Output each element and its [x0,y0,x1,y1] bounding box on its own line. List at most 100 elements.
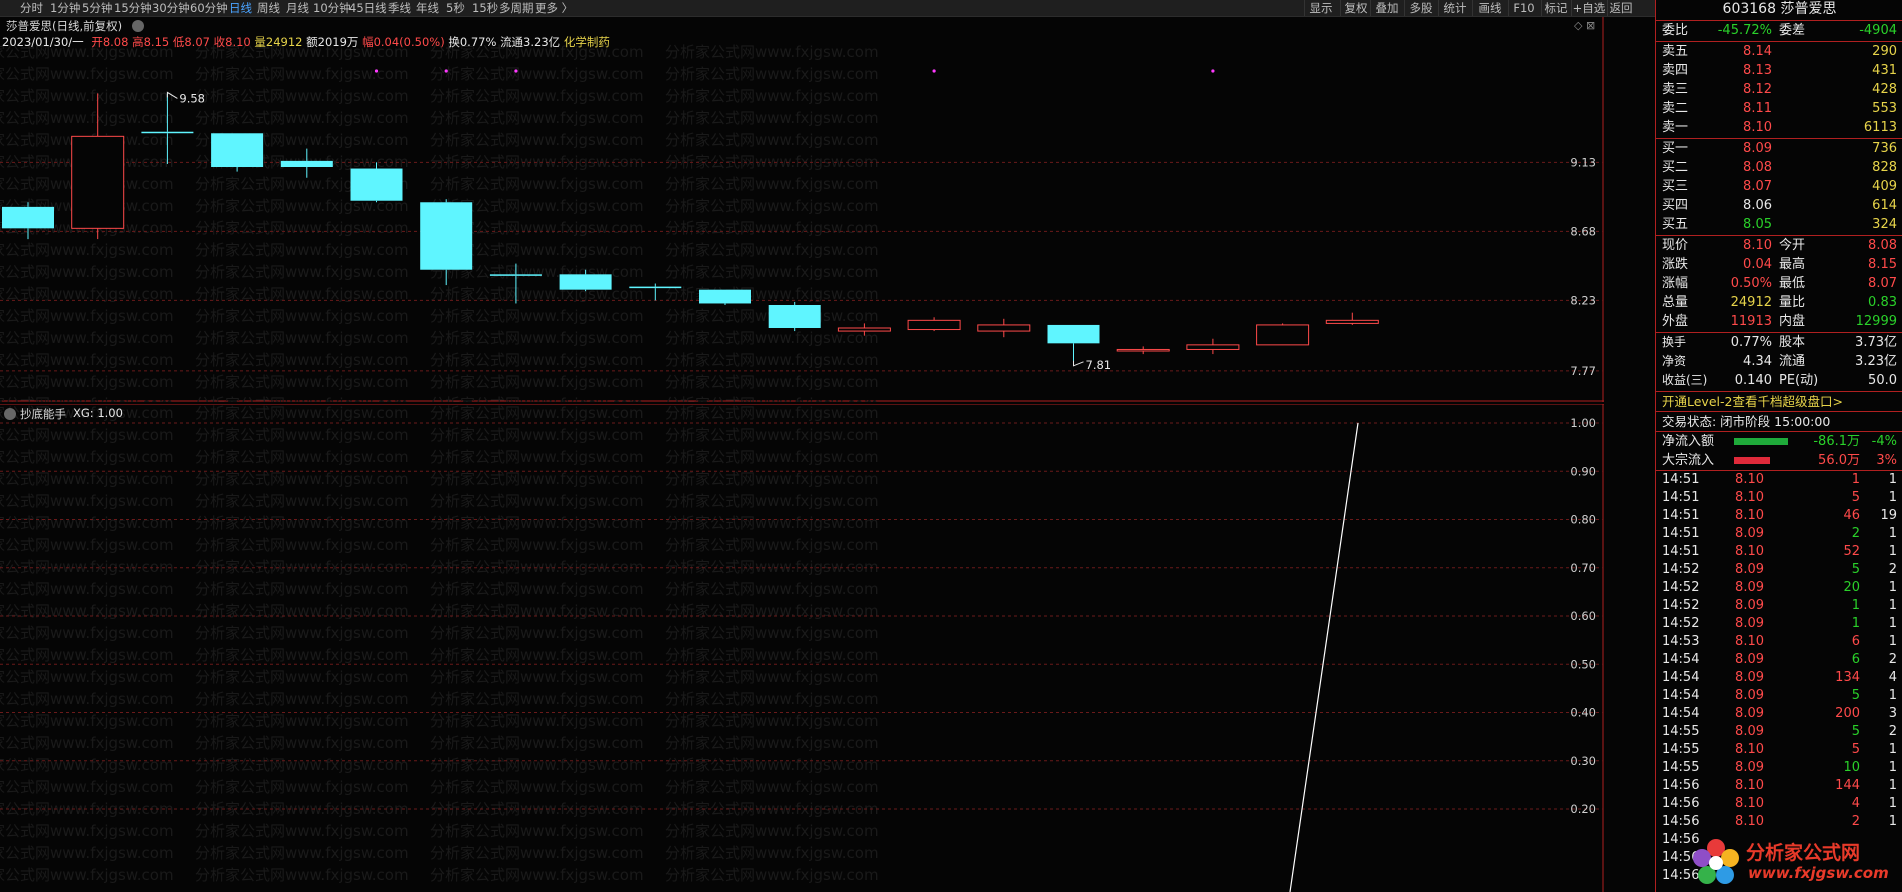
svg-text:分析家公式网www.fxjgsw.com: 分析家公式网www.fxjgsw.com [665,373,879,391]
chart-settings-icon[interactable] [132,20,144,32]
sell-level-row[interactable]: 卖五 8.14 290 [1656,42,1902,61]
indicator-panel[interactable]: 分析家公式网www.fxjgsw.com 分析家公式网www.fxjgsw.com… [0,404,1604,892]
tick-row: 14:54 8.09 6 2 [1656,651,1902,669]
candle[interactable] [768,301,821,332]
quote-value-1: 0.50% [1730,276,1772,291]
toolbar-button-6[interactable]: F10 [1508,0,1539,16]
quote-label-2: 量比 [1779,295,1806,310]
tab-10[interactable]: 45日线 [349,0,387,16]
tick-volume: 10 [1843,760,1860,775]
candle[interactable] [1256,323,1310,346]
buy-level-row[interactable]: 买四 8.06 614 [1656,196,1902,215]
tick-row: 14:51 8.10 52 1 [1656,543,1902,561]
toolbar-button-0[interactable]: 显示 [1304,0,1337,16]
tab-15[interactable]: 多周期 [499,0,534,16]
svg-text:分析家公式网www.fxjgsw.com: 分析家公式网www.fxjgsw.com [195,536,409,554]
tab-8[interactable]: 月线 [286,0,309,16]
tick-count: 19 [1880,508,1897,523]
tick-count: 1 [1888,580,1897,595]
candle[interactable] [211,133,264,172]
svg-text:分析家公式网www.fxjgsw.com: 分析家公式网www.fxjgsw.com [430,756,644,774]
indicator-y-tick: 0.60 [1570,609,1596,623]
buy-level-row[interactable]: 买一 8.09 736 [1656,139,1902,158]
svg-text:分析家公式网www.fxjgsw.com: 分析家公式网www.fxjgsw.com [665,756,879,774]
candlestick-panel[interactable]: 分析家公式网www.fxjgsw.com 分析家公式网www.fxjgsw.com… [0,17,1604,402]
svg-text:分析家公式网www.fxjgsw.com: 分析家公式网www.fxjgsw.com [665,602,879,620]
svg-text:分析家公式网www.fxjgsw.com: 分析家公式网www.fxjgsw.com [0,329,174,347]
svg-text:分析家公式网www.fxjgsw.com: 分析家公式网www.fxjgsw.com [665,219,879,237]
tick-time: 14:53 [1662,634,1700,649]
level2-link[interactable]: 开通Level-2查看千档超级盘口> [1656,392,1902,411]
tick-row: 14:51 8.10 46 19 [1656,507,1902,525]
buy-level-row[interactable]: 买二 8.08 828 [1656,158,1902,177]
tab-7[interactable]: 周线 [257,0,280,16]
buy-volume: 324 [1872,217,1897,232]
tab-1[interactable]: 1分钟 [50,0,80,16]
toolbar-button-5[interactable]: 画线 [1472,0,1507,16]
sell-level-row[interactable]: 卖四 8.13 431 [1656,61,1902,80]
tick-row: 14:52 8.09 1 1 [1656,615,1902,633]
tick-price: 8.09 [1735,526,1764,541]
quote-value-1: 24912 [1730,295,1772,310]
toolbar-button-4[interactable]: 统计 [1438,0,1471,16]
buy-level-row[interactable]: 买三 8.07 409 [1656,177,1902,196]
signal-marker [932,69,936,73]
tab-6[interactable]: 日线 [229,0,252,16]
tab-13[interactable]: 5秒 [446,0,465,16]
svg-text:分析家公式网www.fxjgsw.com: 分析家公式网www.fxjgsw.com [430,131,644,149]
tick-volume: 5 [1851,742,1860,757]
toolbar-button-7[interactable]: 标记 [1541,0,1570,16]
tick-price: 8.09 [1735,562,1764,577]
sell-level-row[interactable]: 卖三 8.12 428 [1656,80,1902,99]
buy-level-row[interactable]: 买五 8.05 324 [1656,215,1902,234]
candlestick-chart[interactable]: 分析家公式网www.fxjgsw.com 分析家公式网www.fxjgsw.com… [0,17,1604,402]
svg-text:分析家公式网www.fxjgsw.com: 分析家公式网www.fxjgsw.com [195,109,409,127]
sell-level-row[interactable]: 卖二 8.11 553 [1656,99,1902,118]
svg-text:分析家公式网www.fxjgsw.com: 分析家公式网www.fxjgsw.com [430,307,644,325]
svg-text:分析家公式网www.fxjgsw.com: 分析家公式网www.fxjgsw.com [0,470,174,488]
tab-12[interactable]: 年线 [416,0,439,16]
svg-text:分析家公式网www.fxjgsw.com: 分析家公式网www.fxjgsw.com [0,65,174,83]
tab-3[interactable]: 15分钟 [114,0,152,16]
tab-14[interactable]: 15秒 [472,0,498,16]
stats-value-1: 0.140 [1734,373,1772,388]
svg-text:分析家公式网www.fxjgsw.com: 分析家公式网www.fxjgsw.com [430,822,644,840]
svg-text:分析家公式网www.fxjgsw.com: 分析家公式网www.fxjgsw.com [430,87,644,105]
indicator-settings-icon[interactable] [4,408,16,420]
tick-row: 14:52 8.09 20 1 [1656,579,1902,597]
svg-text:分析家公式网www.fxjgsw.com: 分析家公式网www.fxjgsw.com [430,580,644,598]
tab-4[interactable]: 30分钟 [152,0,190,16]
stats-label-1: 净资 [1662,354,1687,368]
svg-text:分析家公式网www.fxjgsw.com: 分析家公式网www.fxjgsw.com [0,624,174,642]
indicator-y-tick: 0.80 [1570,513,1596,527]
tick-row: 14:54 8.09 200 3 [1656,705,1902,723]
toolbar-button-3[interactable]: 多股 [1404,0,1437,16]
weicha-value: -4904 [1859,23,1897,38]
tab-2[interactable]: 5分钟 [82,0,112,16]
toolbar-button-8[interactable]: +自选 [1571,0,1606,16]
candle[interactable] [699,289,751,305]
tab-11[interactable]: 季线 [388,0,411,16]
svg-text:分析家公式网www.fxjgsw.com: 分析家公式网www.fxjgsw.com [195,558,409,576]
sell-level-row[interactable]: 卖一 8.10 6113 [1656,118,1902,137]
tick-price: 8.09 [1735,616,1764,631]
tick-row: 14:52 8.09 5 2 [1656,561,1902,579]
chart-corner-icons[interactable]: ◇ ⊠ [1574,19,1595,32]
toolbar-button-2[interactable]: 叠加 [1370,0,1403,16]
tab-0[interactable]: 分时 [20,0,43,16]
svg-text:分析家公式网www.fxjgsw.com: 分析家公式网www.fxjgsw.com [430,536,644,554]
tick-price: 8.10 [1735,814,1764,829]
tab-5[interactable]: 60分钟 [190,0,228,16]
quote-row: 外盘 11913 内盘 12999 [1656,312,1902,331]
indicator-chart[interactable]: 分析家公式网www.fxjgsw.com 分析家公式网www.fxjgsw.com… [0,404,1604,892]
toolbar-button-9[interactable]: 返回 [1607,0,1634,16]
svg-text:分析家公式网www.fxjgsw.com: 分析家公式网www.fxjgsw.com [195,65,409,83]
tick-price: 8.09 [1735,598,1764,613]
tick-count: 1 [1888,472,1897,487]
toolbar-button-1[interactable]: 复权 [1340,0,1371,16]
tick-volume: 5 [1851,490,1860,505]
tab-16[interactable]: 更多 〉 [535,0,573,16]
tick-volume: 6 [1851,652,1860,667]
svg-text:分析家公式网www.fxjgsw.com: 分析家公式网www.fxjgsw.com [430,668,644,686]
tab-9[interactable]: 10分钟 [313,0,351,16]
